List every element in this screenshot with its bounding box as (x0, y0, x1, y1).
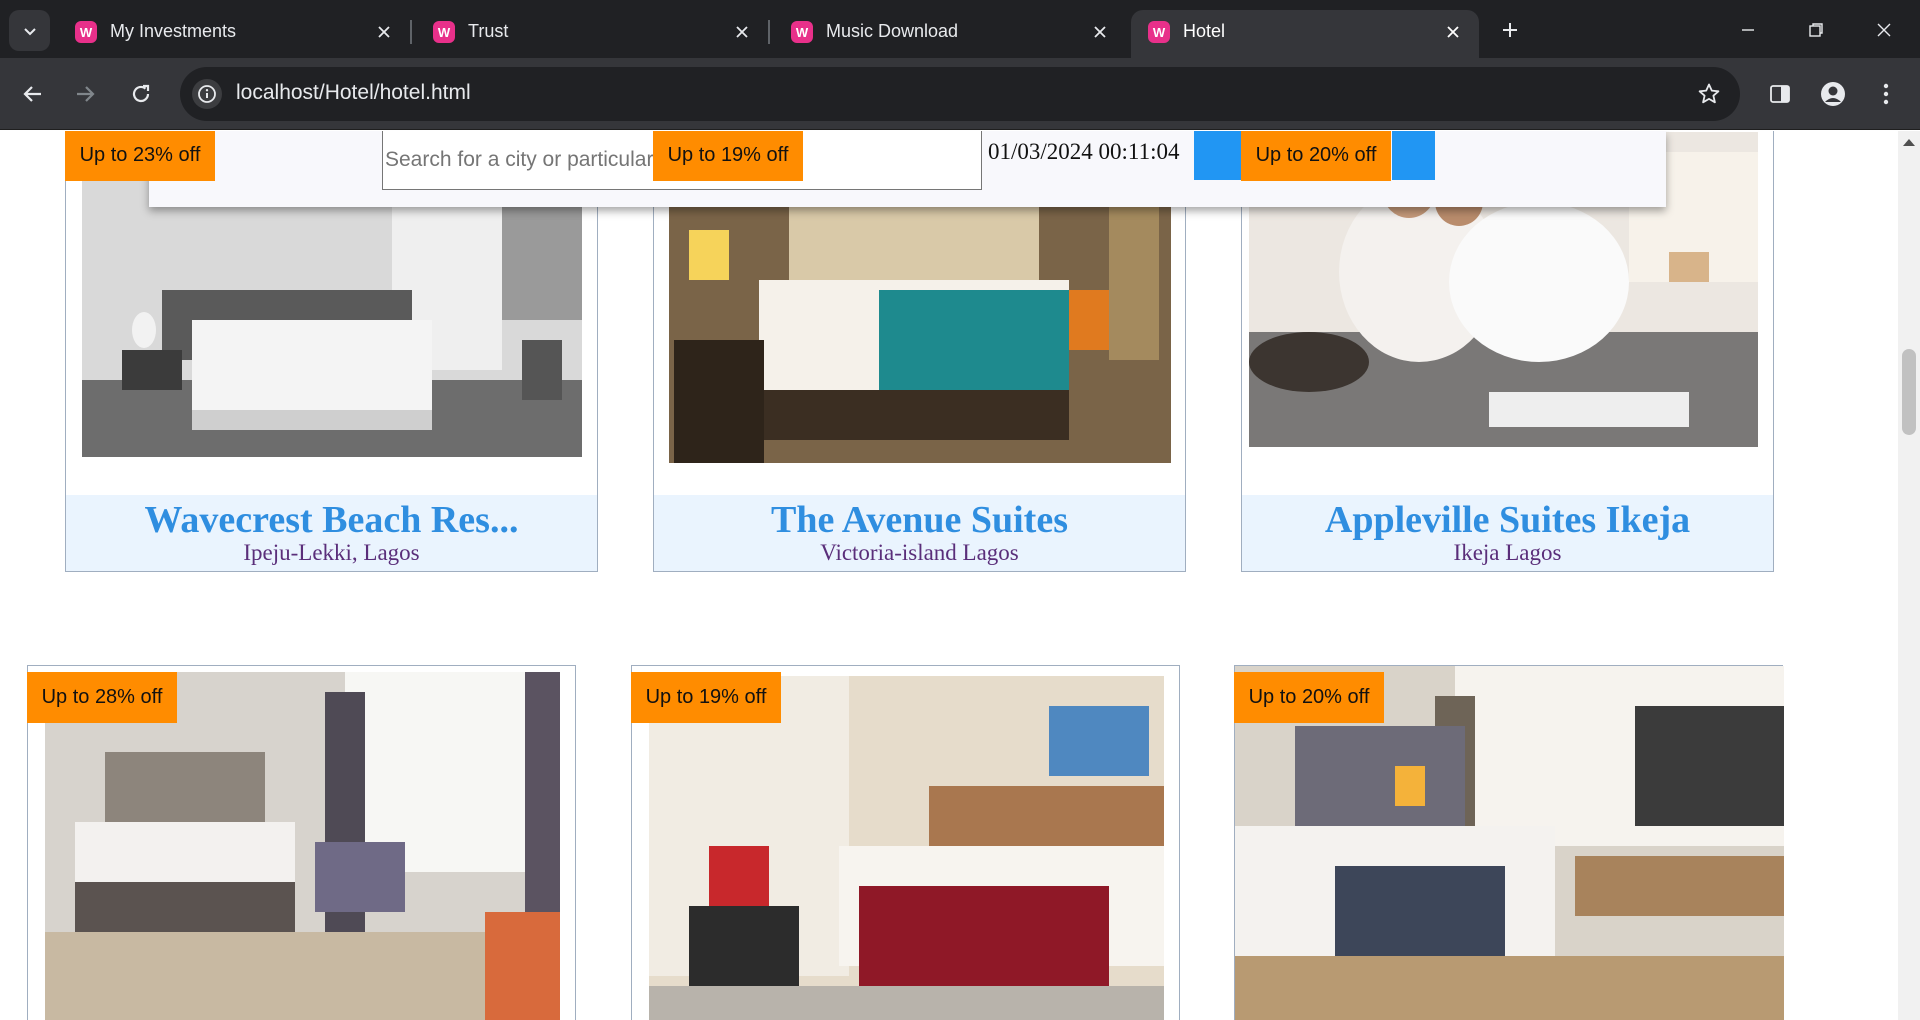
tab-separator (768, 20, 770, 44)
close-icon (1877, 23, 1891, 37)
minimize-icon (1742, 29, 1754, 31)
back-button[interactable] (14, 75, 52, 113)
site-favicon-icon: W (433, 21, 455, 43)
kebab-menu-icon[interactable] (1868, 76, 1904, 112)
hotel-name[interactable]: Appleville Suites Ikeja (1242, 500, 1773, 540)
tab-separator (410, 20, 412, 44)
svg-text:W: W (438, 25, 451, 40)
header-action-button-2[interactable] (1392, 131, 1435, 180)
scroll-up-arrow-icon[interactable] (1903, 139, 1915, 146)
close-icon[interactable] (1441, 20, 1465, 44)
restore-button[interactable] (1798, 12, 1834, 48)
page-viewport: 01/03/2024 00:11:04 Wavecrest Beach Res.… (0, 131, 1898, 1020)
browser-toolbar: localhost/Hotel/hotel.html (0, 58, 1920, 130)
scrollbar-thumb[interactable] (1902, 349, 1916, 435)
close-icon[interactable] (1088, 20, 1112, 44)
url-text[interactable]: localhost/Hotel/hotel.html (236, 81, 471, 105)
address-bar[interactable]: localhost/Hotel/hotel.html (180, 67, 1740, 121)
site-favicon-icon: W (1148, 21, 1170, 43)
datetime-display: 01/03/2024 00:11:04 (988, 139, 1180, 164)
star-icon[interactable] (1696, 81, 1722, 107)
hotel-location: Ikeja Lagos (1453, 540, 1562, 565)
discount-badge: Up to 23% off (65, 131, 215, 181)
discount-badge: Up to 20% off (1241, 131, 1391, 181)
tab-search-button[interactable] (9, 10, 50, 51)
hotel-location: Ipeju-Lekki, Lagos (243, 540, 420, 565)
browser-tab-bar: W My Investments W Trust W Music Downloa… (0, 0, 1920, 58)
forward-button[interactable] (66, 75, 104, 113)
info-icon[interactable] (192, 79, 222, 109)
hotel-caption: Wavecrest Beach Res... Ipeju-Lekki, Lago… (66, 495, 597, 571)
svg-text:W: W (796, 25, 809, 40)
side-panel-icon[interactable] (1762, 76, 1798, 112)
tab-title: My Investments (110, 21, 237, 41)
hotel-name[interactable]: The Avenue Suites (654, 500, 1185, 540)
reload-button[interactable] (122, 75, 160, 113)
tab-title: Hotel (1183, 21, 1226, 41)
discount-badge: Up to 28% off (27, 672, 177, 723)
discount-badge: Up to 19% off (631, 672, 781, 723)
profile-icon[interactable] (1815, 76, 1851, 112)
site-favicon-icon: W (791, 21, 813, 43)
svg-text:W: W (80, 25, 93, 40)
tab-music-download[interactable]: W Music Download (774, 10, 1126, 58)
discount-badge: Up to 19% off (653, 131, 803, 181)
site-favicon-icon: W (75, 21, 97, 43)
svg-text:W: W (1153, 25, 1166, 40)
window-close-button[interactable] (1866, 12, 1902, 48)
header-action-button[interactable] (1194, 131, 1242, 180)
hotel-photo (45, 672, 560, 1020)
tab-title: Trust (468, 21, 509, 41)
close-icon[interactable] (372, 20, 396, 44)
hotel-photo (649, 676, 1164, 1020)
page-scrollbar[interactable] (1898, 131, 1920, 1020)
restore-icon (1809, 23, 1823, 37)
arrow-left-icon (23, 86, 41, 102)
reload-icon (132, 84, 150, 103)
search-header: 01/03/2024 00:11:04 (149, 131, 1666, 207)
plus-icon (1503, 23, 1517, 37)
chevron-down-icon (23, 27, 36, 35)
tab-title: Music Download (826, 21, 959, 41)
tab-my-investments[interactable]: W My Investments (58, 10, 410, 58)
hotel-caption: The Avenue Suites Victoria-island Lagos (654, 495, 1185, 571)
close-icon[interactable] (730, 20, 754, 44)
hotel-name[interactable]: Wavecrest Beach Res... (66, 500, 597, 540)
minimize-button[interactable] (1730, 12, 1766, 48)
new-tab-button[interactable] (1494, 14, 1526, 46)
tab-hotel[interactable]: W Hotel (1131, 10, 1479, 58)
hotel-location: Victoria-island Lagos (820, 540, 1019, 565)
arrow-right-icon (77, 86, 95, 102)
hotel-caption: Appleville Suites Ikeja Ikeja Lagos (1242, 495, 1773, 571)
tab-trust[interactable]: W Trust (416, 10, 768, 58)
discount-badge: Up to 20% off (1234, 672, 1384, 723)
